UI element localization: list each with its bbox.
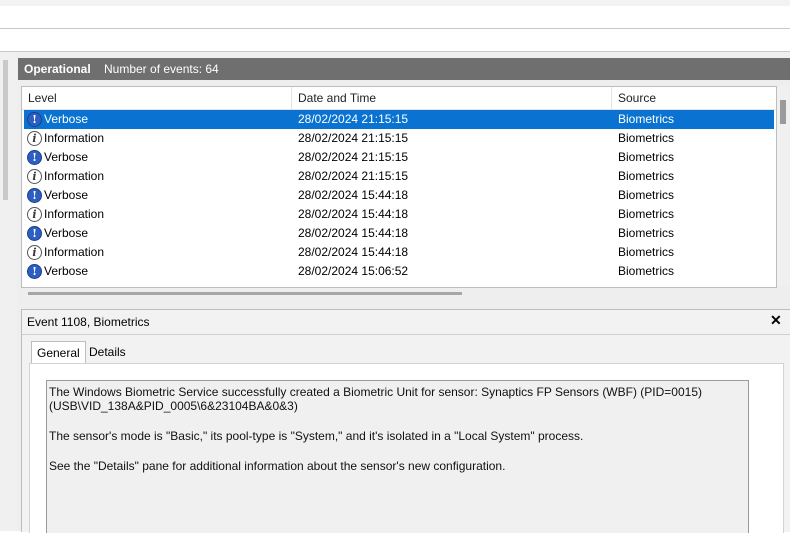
pane-splitter[interactable] [17, 299, 790, 309]
event-source: Biometrics [618, 245, 675, 259]
event-date-time: 28/02/2024 15:44:18 [298, 207, 409, 221]
scrollbar-thumb[interactable] [780, 100, 786, 124]
event-row[interactable]: ! Verbose 28/02/2024 15:44:18 Biometrics [24, 186, 774, 205]
event-date-time: 28/02/2024 21:15:15 [298, 150, 409, 164]
event-row[interactable]: ! Verbose 28/02/2024 15:06:52 Biometrics [24, 262, 774, 281]
event-source: Biometrics [618, 226, 675, 240]
event-count: Number of events: 64 [104, 62, 219, 76]
verbose-icon: ! [27, 188, 42, 203]
horizontal-scrollbar[interactable] [28, 292, 462, 295]
event-row[interactable]: i Information 28/02/2024 15:44:18 Biometric… [24, 205, 774, 224]
tab-details[interactable]: Details [84, 341, 131, 363]
close-icon[interactable]: ✕ [770, 312, 782, 329]
column-header-date-time[interactable]: Date and Time [292, 87, 612, 110]
event-source: Biometrics [618, 188, 675, 202]
event-source: Biometrics [618, 264, 675, 278]
column-header-level[interactable]: Level [22, 87, 292, 110]
menu-bar [0, 6, 790, 29]
events-list[interactable]: Level Date and Time Source ! Verbose 28/02… [21, 86, 777, 288]
event-row[interactable]: ! Verbose 28/02/2024 21:15:15 Biometrics [24, 148, 774, 167]
tab-general[interactable]: General [31, 341, 86, 364]
information-icon: i [27, 245, 42, 260]
toolbar [0, 29, 790, 52]
information-icon: i [27, 207, 42, 222]
event-row[interactable]: ! Verbose 28/02/2024 21:15:15 Biometrics [24, 110, 774, 129]
event-row[interactable]: i Information 28/02/2024 21:15:15 Biometric… [24, 167, 774, 186]
event-level: Verbose [44, 264, 89, 278]
event-level: Verbose [44, 150, 89, 164]
verbose-icon: ! [27, 150, 42, 165]
event-panel-title: Event 1108, Biometrics [27, 315, 150, 329]
event-details-panel: Event 1108, Biometrics ✕ General Details… [21, 309, 790, 533]
event-date-time: 28/02/2024 15:44:18 [298, 188, 409, 202]
log-header-bar: Operational Number of events: 64 [18, 58, 790, 80]
event-row[interactable]: i Information 28/02/2024 21:15:15 Biometric… [24, 129, 774, 148]
event-level: Information [44, 245, 105, 259]
description-paragraph: The Windows Biometric Service successful… [49, 385, 702, 413]
verbose-icon: ! [27, 264, 42, 279]
description-paragraph: See the "Details" pane for additional in… [49, 459, 506, 473]
event-date-time: 28/02/2024 15:44:18 [298, 245, 409, 259]
event-row[interactable]: i Information 28/02/2024 15:44:18 Biometric… [24, 243, 774, 262]
event-date-time: 28/02/2024 15:06:52 [298, 264, 409, 278]
general-tab-content: The Windows Biometric Service successful… [29, 363, 784, 533]
event-source: Biometrics [618, 207, 675, 221]
event-source: Biometrics [618, 112, 675, 126]
event-source: Biometrics [618, 150, 675, 164]
event-date-time: 28/02/2024 21:15:15 [298, 112, 409, 126]
log-name: Operational [24, 62, 91, 76]
event-description[interactable]: The Windows Biometric Service successful… [46, 380, 749, 533]
navigation-scrollbar[interactable] [3, 60, 8, 200]
event-date-time: 28/02/2024 15:44:18 [298, 226, 409, 240]
event-date-time: 28/02/2024 21:15:15 [298, 131, 409, 145]
information-icon: i [27, 169, 42, 184]
verbose-icon: ! [27, 112, 42, 127]
information-icon: i [27, 131, 42, 146]
event-row[interactable]: ! Verbose 28/02/2024 15:44:18 Biometrics [24, 224, 774, 243]
verbose-icon: ! [27, 226, 42, 241]
event-source: Biometrics [618, 169, 675, 183]
event-level: Verbose [44, 112, 89, 126]
description-paragraph: The sensor's mode is "Basic," its pool-t… [49, 429, 584, 443]
event-date-time: 28/02/2024 21:15:15 [298, 169, 409, 183]
event-level: Information [44, 207, 105, 221]
event-level: Information [44, 169, 105, 183]
vertical-scrollbar[interactable] [777, 86, 789, 286]
event-level: Verbose [44, 188, 89, 202]
event-source: Biometrics [618, 131, 675, 145]
event-level: Information [44, 131, 105, 145]
column-header-source[interactable]: Source [612, 87, 776, 110]
divider [22, 334, 790, 335]
event-level: Verbose [44, 226, 89, 240]
